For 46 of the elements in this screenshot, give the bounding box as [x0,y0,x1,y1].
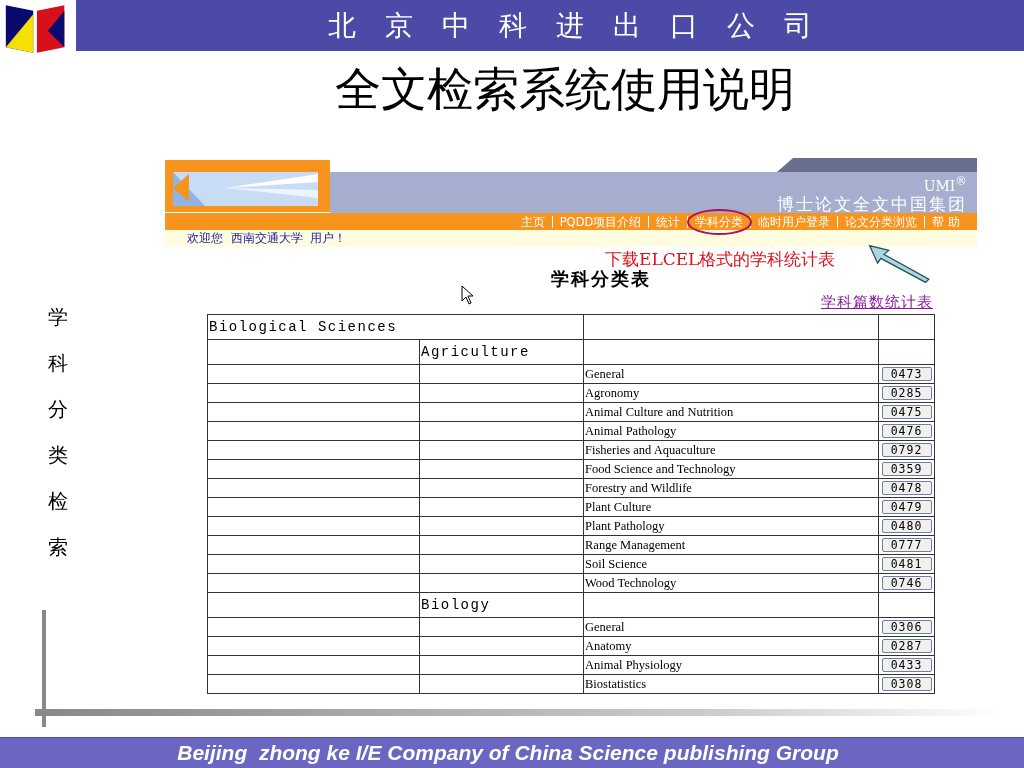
subject-cell: Wood Technology [583,573,879,593]
brand-logo: UMI$^{®}$ [923,174,967,193]
subject-cell: Anatomy [583,636,879,656]
company-name: 北 京 中 科 进 出 口 公 司 [327,7,822,44]
code-button[interactable]: 0746 [881,576,932,590]
subject-cell: Biostatistics [583,674,879,694]
annotation-text: 下载ELCEL格式的学科统计表 [605,248,836,270]
subject-cell: Animal Culture and Nutrition [583,402,879,422]
subfield-cell: Biology [419,592,584,618]
code-button[interactable]: 0480 [881,519,932,533]
subject-cell: General [583,617,879,637]
subject-cell: Food Science and Technology [583,459,879,479]
code-button[interactable]: 0481 [881,557,932,571]
subject-cell: Agronomy [583,383,879,403]
code-button[interactable]: 0479 [881,500,932,514]
side-label: 学科分类检索 [47,304,68,561]
subject-cell: General [583,364,879,384]
code-button[interactable]: 0473 [881,367,932,381]
code-button[interactable]: 0287 [881,639,932,653]
code-button[interactable]: 0478 [881,481,932,495]
subject-cell: Animal Pathology [583,421,879,441]
cursor-icon [461,285,475,305]
footer-text: Beijing zhong ke I/E Company of China Science publishing Group [177,741,839,765]
code-button[interactable]: 0475 [881,405,932,419]
subject-cell: Plant Pathology [583,516,879,536]
code-button[interactable]: 0476 [881,424,932,438]
subject-cell: Forestry and Wildlife [583,478,879,498]
subject-cell: Fisheries and Aquaculture [583,440,879,460]
subject-cell: Plant Culture [583,497,879,517]
banner-title: 博士论文全文中国集团 [777,192,967,215]
code-button[interactable]: 0433 [881,658,932,672]
code-button[interactable]: 0285 [881,386,932,400]
table-heading: 学科分类表 [551,267,651,291]
stats-link[interactable]: 学科篇数统计表 [821,293,933,312]
code-button[interactable]: 0308 [881,677,932,691]
code-button[interactable]: 0359 [881,462,932,476]
code-button[interactable]: 0777 [881,538,932,552]
welcome-text: 欢迎您 西南交通大学 用户！ [187,230,347,247]
subject-cell: Animal Physiology [583,655,879,675]
subject-cell: Soil Science [583,554,879,574]
slide-title: 全文检索系统使用说明 [334,61,796,118]
code-button[interactable]: 0792 [881,443,932,457]
subfield-cell: Agriculture [419,339,584,365]
subject-cell: Range Management [583,535,879,555]
field-cell: Biological Sciences [207,314,584,340]
code-button[interactable]: 0306 [881,620,932,634]
